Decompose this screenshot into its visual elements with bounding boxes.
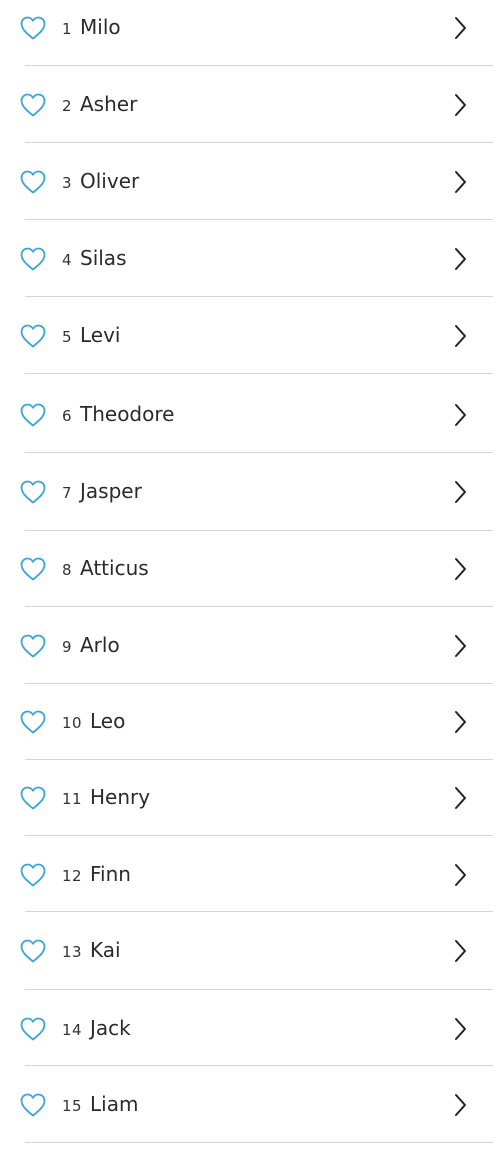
name-label: Milo (80, 15, 121, 39)
name-row-13[interactable]: 13 Kai (0, 912, 499, 990)
heart-icon[interactable] (19, 633, 47, 659)
rank-number: 2 (62, 97, 73, 115)
chevron-right-icon[interactable] (452, 938, 468, 964)
name-label: Henry (90, 785, 151, 809)
heart-icon[interactable] (19, 479, 47, 505)
heart-icon[interactable] (19, 246, 47, 272)
rank-number: 4 (62, 251, 73, 269)
rank-number: 6 (62, 407, 73, 425)
heart-icon[interactable] (19, 323, 47, 349)
heart-icon[interactable] (19, 938, 47, 964)
heart-icon[interactable] (19, 556, 47, 582)
name-row-7[interactable]: 7 Jasper (0, 453, 499, 531)
rank-number: 12 (62, 867, 83, 885)
chevron-right-icon[interactable] (452, 169, 468, 195)
name-label: Jack (90, 1016, 131, 1040)
rank-number: 9 (62, 638, 73, 656)
chevron-right-icon[interactable] (452, 323, 468, 349)
chevron-right-icon[interactable] (452, 479, 468, 505)
heart-icon[interactable] (19, 1016, 47, 1042)
name-row-8[interactable]: 8 Atticus (0, 531, 499, 607)
chevron-right-icon[interactable] (452, 15, 468, 41)
heart-icon[interactable] (19, 862, 47, 888)
chevron-right-icon[interactable] (452, 1092, 468, 1118)
chevron-right-icon[interactable] (452, 785, 468, 811)
name-label: Oliver (80, 169, 140, 193)
heart-icon[interactable] (19, 169, 47, 195)
rank-number: 3 (62, 174, 73, 192)
name-label: Liam (90, 1092, 139, 1116)
heart-icon[interactable] (19, 709, 47, 735)
name-row-9[interactable]: 9 Arlo (0, 607, 499, 684)
name-label: Jasper (80, 479, 142, 503)
rank-number: 14 (62, 1021, 83, 1039)
name-label: Atticus (80, 556, 149, 580)
heart-icon[interactable] (19, 402, 47, 428)
chevron-right-icon[interactable] (452, 709, 468, 735)
name-row-3[interactable]: 3 Oliver (0, 143, 499, 220)
name-row-11[interactable]: 11 Henry (0, 760, 499, 836)
rank-number: 8 (62, 561, 73, 579)
heart-icon[interactable] (19, 15, 47, 41)
chevron-right-icon[interactable] (452, 556, 468, 582)
heart-icon[interactable] (19, 1092, 47, 1118)
name-row-14[interactable]: 14 Jack (0, 990, 499, 1066)
name-row-5[interactable]: 5 Levi (0, 297, 499, 374)
rank-number: 7 (62, 484, 73, 502)
heart-icon[interactable] (19, 785, 47, 811)
chevron-right-icon[interactable] (452, 633, 468, 659)
name-row-12[interactable]: 12 Finn (0, 836, 499, 912)
rank-number: 15 (62, 1097, 83, 1115)
name-label: Silas (80, 246, 127, 270)
name-row-15[interactable]: 15 Liam (0, 1066, 499, 1143)
row-divider (25, 1142, 493, 1143)
heart-icon[interactable] (19, 92, 47, 118)
name-label: Asher (80, 92, 138, 116)
name-row-4[interactable]: 4 Silas (0, 220, 499, 297)
chevron-right-icon[interactable] (452, 1016, 468, 1042)
name-row-1[interactable]: 1 Milo (0, 0, 499, 66)
name-row-6[interactable]: 6 Theodore (0, 374, 499, 453)
name-row-2[interactable]: 2 Asher (0, 66, 499, 143)
name-row-10[interactable]: 10 Leo (0, 684, 499, 760)
name-label: Kai (90, 938, 121, 962)
rank-number: 13 (62, 943, 83, 961)
name-label: Finn (90, 862, 131, 886)
chevron-right-icon[interactable] (452, 246, 468, 272)
name-label: Theodore (80, 402, 175, 426)
rank-number: 11 (62, 790, 83, 808)
rank-number: 1 (62, 20, 73, 38)
name-label: Arlo (80, 633, 120, 657)
rank-number: 5 (62, 328, 73, 346)
name-label: Leo (90, 709, 126, 733)
rank-number: 10 (62, 714, 83, 732)
chevron-right-icon[interactable] (452, 92, 468, 118)
chevron-right-icon[interactable] (452, 862, 468, 888)
chevron-right-icon[interactable] (452, 402, 468, 428)
name-label: Levi (80, 323, 121, 347)
